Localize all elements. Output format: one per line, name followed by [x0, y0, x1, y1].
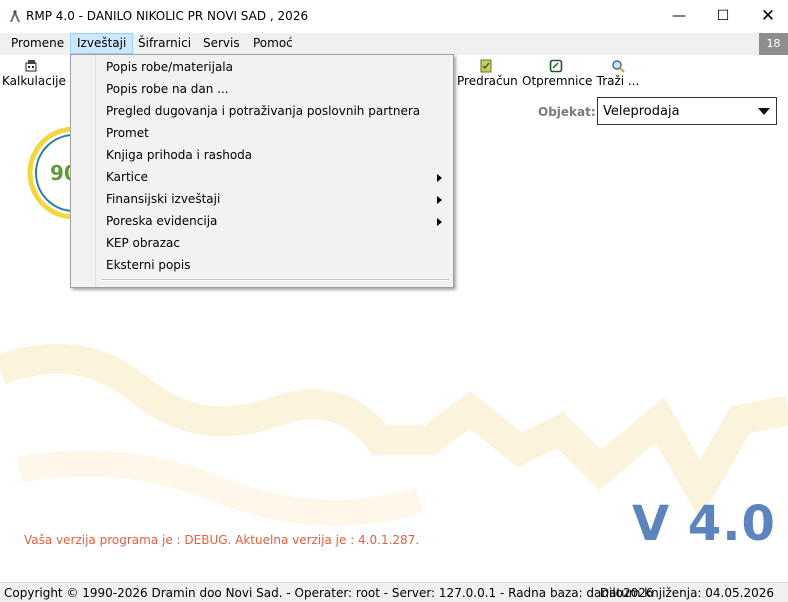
submenu-arrow-icon	[437, 196, 442, 204]
objekat-value: Veleprodaja	[603, 104, 680, 119]
menu-item-promet[interactable]: Promet	[72, 122, 452, 144]
menu-item-label: Kartice	[106, 170, 148, 184]
status-posting-date: Datum knjiženja: 04.05.2026	[599, 586, 774, 600]
status-bar: Copyright © 1990-2026 Dramin doo Novi Sa…	[0, 582, 788, 602]
delivery-note-icon	[549, 59, 563, 73]
menu-item-kep-obrazac[interactable]: KEP obrazac	[72, 232, 452, 254]
menu-izvestaji[interactable]: Izveštaji	[70, 33, 134, 54]
menu-item-finansijski-izvestaji[interactable]: Finansijski izveštaji	[72, 188, 452, 210]
submenu-arrow-icon	[437, 218, 442, 226]
search-icon	[612, 60, 625, 73]
invoice-icon	[480, 59, 492, 73]
trazi-button[interactable]: Traži ...	[596, 56, 640, 94]
version-message: Vaša verzija programa je : DEBUG. Aktuel…	[24, 533, 420, 547]
minimize-button[interactable]: —	[656, 0, 702, 32]
menu-item-label: Eksterni popis	[106, 258, 191, 272]
menu-item-label: Knjiga prihoda i rashoda	[106, 148, 253, 162]
status-copyright: Copyright © 1990-2026 Dramin doo Novi Sa…	[4, 586, 654, 600]
trazi-label: Traži ...	[596, 74, 640, 88]
objekat-label: Objekat:	[538, 105, 596, 119]
kalkulacije-button[interactable]: Kalkulacije	[2, 56, 66, 94]
menu-item-knjiga-prihoda[interactable]: Knjiga prihoda i rashoda	[72, 144, 452, 166]
menu-sifrarnici[interactable]: Šifrarnici	[132, 33, 197, 54]
menu-item-label: Finansijski izveštaji	[106, 192, 221, 206]
menu-item-label: Popis robe/materijala	[106, 60, 233, 74]
submenu-arrow-icon	[437, 174, 442, 182]
window-title: RMP 4.0 - DANILO NIKOLIC PR NOVI SAD , 2…	[26, 9, 309, 23]
kalkulacije-label: Kalkulacije	[2, 74, 66, 88]
predracun-button[interactable]: Predračun	[457, 56, 518, 94]
menu-item-label: Popis robe na dan ...	[106, 82, 229, 96]
otpremnice-button[interactable]: Otpremnice	[522, 56, 593, 94]
menu-item-poreska-evidencija[interactable]: Poreska evidencija	[72, 210, 452, 232]
notification-badge[interactable]: 18	[759, 33, 788, 55]
menu-promene[interactable]: Promene	[5, 33, 70, 54]
app-icon	[10, 10, 20, 22]
objekat-select[interactable]: Veleprodaja	[597, 97, 777, 125]
menu-separator	[101, 279, 449, 281]
izvestaji-dropdown-menu: Popis robe/materijala Popis robe na dan …	[70, 54, 454, 288]
menu-item-label: Poreska evidencija	[106, 214, 218, 228]
calculation-icon	[25, 60, 37, 72]
title-bar: RMP 4.0 - DANILO NIKOLIC PR NOVI SAD , 2…	[0, 0, 788, 32]
menu-item-label: Pregled dugovanja i potraživanja poslovn…	[106, 104, 421, 118]
otpremnice-label: Otpremnice	[522, 74, 593, 88]
menu-item-pregled-dugovanja[interactable]: Pregled dugovanja i potraživanja poslovn…	[72, 100, 452, 122]
menu-item-popis-robe-na-dan[interactable]: Popis robe na dan ...	[72, 78, 452, 100]
menu-item-label: KEP obrazac	[106, 236, 180, 250]
predracun-label: Predračun	[457, 74, 518, 88]
menu-bar: Promene Izveštaji Šifrarnici Servis Pomo…	[0, 33, 788, 55]
maximize-button[interactable]: ☐	[700, 0, 746, 32]
menu-servis[interactable]: Servis	[197, 33, 246, 54]
version-badge: V 4.0	[632, 496, 776, 552]
chevron-down-icon	[758, 108, 770, 115]
menu-item-kartice[interactable]: Kartice	[72, 166, 452, 188]
menu-pomoc[interactable]: Pomoć	[247, 33, 299, 54]
menu-item-label: Promet	[106, 126, 149, 140]
menu-item-eksterni-popis[interactable]: Eksterni popis	[72, 254, 452, 276]
close-button[interactable]: ✕	[745, 0, 788, 32]
menu-item-popis-robe[interactable]: Popis robe/materijala	[72, 56, 452, 78]
